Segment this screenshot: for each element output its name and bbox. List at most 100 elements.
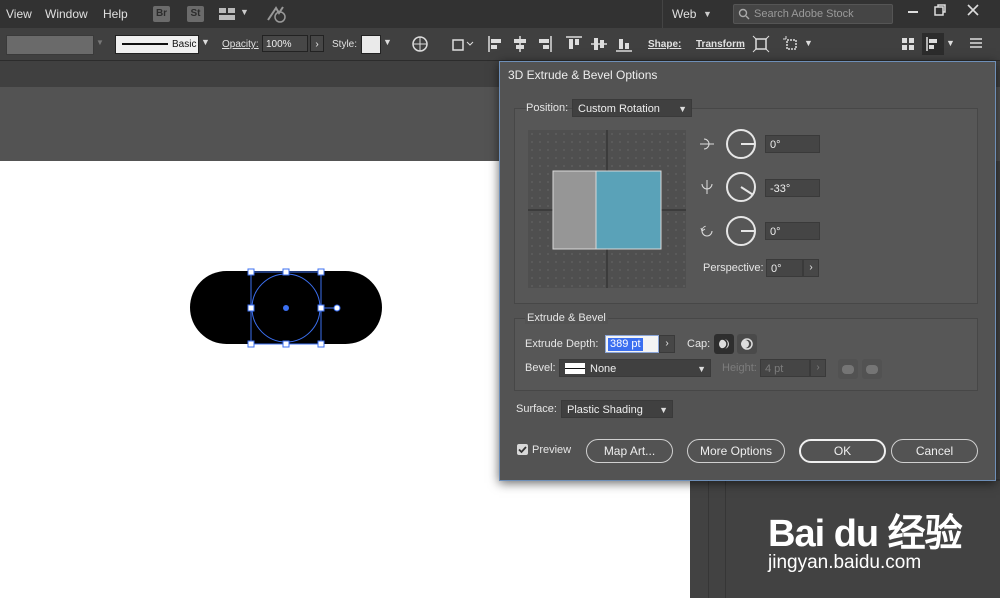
cap-off-button[interactable] — [737, 334, 757, 354]
map-art-button[interactable]: Map Art... — [586, 439, 673, 463]
chevron-down-icon[interactable]: ▼ — [383, 37, 392, 47]
grid-panel-icon[interactable] — [901, 37, 915, 51]
stroke-style-label: Basic — [172, 39, 197, 50]
height-label: Height: — [722, 362, 757, 374]
surface-value: Plastic Shading — [567, 404, 643, 416]
bevel-label: Bevel: — [525, 362, 556, 374]
cube-front-face — [595, 170, 662, 250]
cap-on-button[interactable] — [714, 334, 734, 354]
align-left-icon[interactable] — [487, 35, 503, 53]
fill-swatch-field[interactable] — [6, 35, 94, 55]
height-input: 4 pt — [760, 359, 810, 377]
isolate-object-icon[interactable] — [752, 35, 770, 53]
rotate-y-axis-icon — [699, 179, 715, 195]
perspective-input[interactable]: 0° — [766, 259, 803, 277]
rotate-z-input[interactable]: 0° — [765, 222, 820, 240]
gpu-performance-icon[interactable] — [266, 5, 288, 23]
surface-select[interactable]: Plastic Shading ▼ — [561, 400, 673, 418]
track-cube-canvas[interactable] — [528, 130, 686, 288]
chevron-down-icon: ▼ — [697, 364, 706, 374]
style-label: Style: — [332, 39, 358, 50]
track-cube-preview[interactable] — [528, 130, 686, 288]
dial-hand — [740, 186, 754, 196]
surface-label: Surface: — [516, 403, 557, 415]
position-value: Custom Rotation — [578, 103, 660, 115]
rotate-x-axis-icon — [699, 136, 715, 152]
bevel-extent-out-button — [862, 359, 882, 379]
chevron-down-icon[interactable]: ▼ — [240, 7, 249, 17]
panel-menu-icon[interactable] — [969, 36, 983, 50]
opacity-input[interactable]: 100% — [262, 35, 308, 52]
extrude-bevel-group — [514, 318, 978, 391]
bevel-value: None — [590, 363, 617, 375]
position-select[interactable]: Custom Rotation ▼ — [572, 99, 692, 117]
cancel-button[interactable]: Cancel — [891, 439, 978, 463]
preview-checkbox[interactable] — [517, 444, 528, 455]
workspace-switcher[interactable]: Web — [672, 7, 696, 21]
search-placeholder: Search Adobe Stock — [754, 8, 854, 20]
close-icon[interactable] — [966, 3, 980, 17]
cap-label: Cap: — [687, 338, 711, 350]
baidu-url: jingyan.baidu.com — [768, 552, 922, 573]
extrude-depth-selected-text: 389 pt — [608, 338, 643, 351]
ok-button[interactable]: OK — [799, 439, 886, 463]
center-point — [283, 305, 289, 311]
align-bottom-icon[interactable] — [615, 35, 633, 53]
menu-window[interactable]: Window — [45, 7, 88, 21]
rotate-y-input[interactable]: -33° — [765, 179, 820, 197]
align-vertical-center-icon[interactable] — [590, 35, 608, 53]
transform-link[interactable]: Transform — [696, 39, 745, 50]
align-top-icon[interactable] — [565, 35, 583, 53]
cube-side-face — [552, 170, 597, 250]
position-label: Position: — [526, 102, 569, 114]
align-horizontal-center-icon[interactable] — [512, 35, 528, 53]
more-options-button[interactable]: More Options — [687, 439, 785, 463]
align-to-icon[interactable] — [450, 36, 474, 52]
stock-search-input[interactable]: Search Adobe Stock — [733, 4, 893, 24]
stroke-profile-select[interactable]: Basic — [115, 35, 199, 54]
height-slider-button: › — [810, 359, 826, 377]
shape-link[interactable]: Shape: — [648, 39, 681, 50]
search-icon — [738, 5, 750, 29]
extrude-depth-slider-button[interactable]: › — [659, 335, 675, 353]
extrude-depth-label: Extrude Depth: — [525, 338, 599, 350]
bevel-extent-in-button — [838, 359, 858, 379]
chevron-down-icon[interactable]: ▼ — [946, 38, 955, 48]
extrude-bevel-section-title: Extrude & Bevel — [525, 312, 608, 324]
dial-hand — [741, 143, 755, 145]
rotate-y-dial[interactable] — [726, 172, 756, 202]
rotate-x-dial[interactable] — [726, 129, 756, 159]
restore-icon[interactable] — [933, 3, 947, 17]
recolor-artwork-icon[interactable] — [411, 35, 429, 53]
chevron-down-icon[interactable]: ▼ — [201, 37, 210, 47]
transform-each-icon[interactable] — [782, 35, 800, 53]
extrude-bevel-dialog: 3D Extrude & Bevel Options Position: Cus… — [499, 61, 996, 481]
perspective-slider-button[interactable]: › — [803, 259, 819, 277]
align-right-icon[interactable] — [537, 35, 553, 53]
opacity-label[interactable]: Opacity: — [222, 39, 259, 50]
rotate-z-dial[interactable] — [726, 216, 756, 246]
stock-icon[interactable]: St — [187, 6, 204, 22]
menu-view[interactable]: View — [6, 7, 32, 21]
dialog-title: 3D Extrude & Bevel Options — [508, 68, 658, 82]
stroke-line-preview — [122, 43, 168, 45]
rotate-handle — [333, 304, 341, 312]
align-panel-toggle-icon[interactable] — [922, 33, 944, 55]
baidu-watermark: Bai du 经验 jingyan.baidu.com — [768, 494, 968, 594]
minimize-icon[interactable] — [906, 5, 920, 19]
arrange-documents-icon[interactable] — [219, 8, 235, 20]
chevron-down-icon[interactable]: ▼ — [804, 38, 813, 48]
menu-divider — [662, 0, 663, 28]
bridge-icon[interactable]: Br — [153, 6, 170, 22]
perspective-label: Perspective: — [703, 262, 764, 274]
extrude-depth-input[interactable]: 389 pt — [605, 335, 659, 353]
rotate-x-input[interactable]: 0° — [765, 135, 820, 153]
graphic-style-swatch[interactable] — [361, 35, 381, 54]
opacity-flyout-button[interactable]: › — [310, 35, 324, 52]
chevron-down-icon[interactable]: ▼ — [703, 9, 712, 19]
rotate-z-axis-icon — [699, 223, 715, 239]
preview-label[interactable]: Preview — [532, 444, 571, 456]
bevel-select[interactable]: None ▼ — [559, 359, 711, 377]
chevron-down-icon: ▼ — [678, 104, 687, 114]
menu-help[interactable]: Help — [103, 7, 128, 21]
